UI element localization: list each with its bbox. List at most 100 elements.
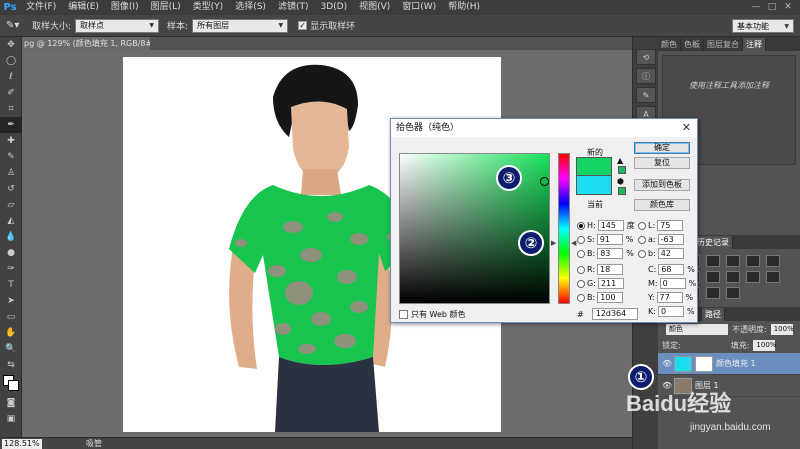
lab-a-radio[interactable]: [638, 235, 646, 244]
hex-input[interactable]: 12d364: [591, 308, 638, 320]
hand-tool-icon[interactable]: ✋: [0, 325, 22, 341]
zoom-level-field[interactable]: 128.51%: [2, 438, 42, 449]
saturation-brightness-field[interactable]: [399, 153, 550, 304]
tab-paths[interactable]: 路径: [702, 308, 725, 321]
saturation-radio[interactable]: [577, 235, 585, 244]
color-swatches[interactable]: [0, 373, 22, 395]
menu-window[interactable]: 窗口(W): [396, 0, 442, 15]
maximize-button[interactable]: □: [764, 0, 780, 15]
menu-edit[interactable]: 编辑(E): [62, 0, 105, 15]
hue-slider-right-arrow[interactable]: ◀: [571, 239, 576, 247]
yellow-input[interactable]: 77: [656, 292, 683, 303]
hue-slider[interactable]: [558, 153, 570, 304]
red-radio[interactable]: [577, 265, 585, 274]
show-sampling-ring-checkbox[interactable]: ✓: [298, 21, 308, 30]
web-colors-only-checkbox[interactable]: [399, 310, 408, 319]
blur-tool-icon[interactable]: 💧: [0, 229, 22, 245]
cyan-input[interactable]: 68: [658, 264, 685, 275]
menu-filter[interactable]: 滤镜(T): [272, 0, 315, 15]
gradient-map-icon[interactable]: [706, 287, 720, 299]
menu-select[interactable]: 选择(S): [229, 0, 272, 15]
screen-mode-icon[interactable]: ▣: [0, 411, 22, 427]
path-select-tool-icon[interactable]: ➤: [0, 293, 22, 309]
hue-radio[interactable]: [577, 221, 585, 230]
menu-3d[interactable]: 3D(D): [314, 0, 353, 15]
black-input[interactable]: 0: [657, 306, 684, 317]
lab-l-radio[interactable]: [638, 221, 646, 230]
hue-slider-left-arrow[interactable]: ▶: [551, 239, 556, 247]
exposure-icon[interactable]: [726, 255, 740, 267]
color-lookup-icon[interactable]: [746, 271, 760, 283]
zoom-tool-icon[interactable]: 🔍: [0, 341, 22, 357]
add-to-swatches-button[interactable]: 添加到色板: [634, 179, 690, 191]
color-libraries-button[interactable]: 颜色库: [634, 199, 690, 211]
fill-field[interactable]: 100%: [753, 339, 776, 351]
eyedropper-tool-icon[interactable]: ✒: [0, 117, 22, 133]
close-icon[interactable]: ✕: [682, 119, 691, 137]
red-input[interactable]: 18: [597, 264, 624, 275]
menu-view[interactable]: 视图(V): [353, 0, 396, 15]
crop-tool-icon[interactable]: ⌗: [0, 101, 22, 117]
opacity-field[interactable]: 100%: [770, 323, 794, 335]
invert-icon[interactable]: [766, 271, 780, 283]
tab-history[interactable]: 历史记录: [694, 236, 733, 249]
lab-a-input[interactable]: -63: [657, 234, 684, 245]
brush-tool-icon[interactable]: ✎: [0, 149, 22, 165]
menu-image[interactable]: 图像(I): [105, 0, 145, 15]
close-window-button[interactable]: ✕: [780, 0, 796, 15]
move-tool-icon[interactable]: ✥: [0, 37, 22, 53]
reset-button[interactable]: 复位: [634, 157, 690, 169]
menu-layer[interactable]: 图层(L): [145, 0, 187, 15]
tab-swatches[interactable]: 色板: [681, 38, 704, 51]
tab-layer-comps[interactable]: 图层复合: [704, 38, 743, 51]
workspace-select[interactable]: 基本功能 ▼: [732, 19, 794, 33]
photo-filter-icon[interactable]: [706, 271, 720, 283]
web-safe-swatch[interactable]: [618, 187, 626, 195]
eraser-tool-icon[interactable]: ▱: [0, 197, 22, 213]
curves-icon[interactable]: [706, 255, 720, 267]
sample-size-select[interactable]: 取样点 ▼: [75, 18, 160, 33]
channel-mixer-icon[interactable]: [726, 271, 740, 283]
layer-row-color-fill[interactable]: 👁 颜色填充 1: [658, 353, 800, 375]
info-panel-icon[interactable]: ⓘ: [636, 68, 656, 84]
color-cursor[interactable]: [540, 177, 549, 186]
paint-bucket-tool-icon[interactable]: ◭: [0, 213, 22, 229]
dodge-tool-icon[interactable]: ●: [0, 245, 22, 261]
brightness-input[interactable]: 83: [597, 248, 624, 259]
gamut-warning-swatch[interactable]: [618, 166, 626, 174]
web-safe-warning-icon[interactable]: ⬢: [617, 177, 624, 186]
marquee-tool-icon[interactable]: ◯: [0, 53, 22, 69]
pen-tool-icon[interactable]: ✑: [0, 261, 22, 277]
history-panel-icon[interactable]: ⟲: [636, 49, 656, 65]
history-brush-tool-icon[interactable]: ↺: [0, 181, 22, 197]
document-tab[interactable]: pg @ 129% (颜色填充 1, RGB/8#) * ×: [22, 37, 150, 50]
menu-help[interactable]: 帮助(H): [442, 0, 486, 15]
blend-mode-select[interactable]: 颜色: [666, 323, 728, 335]
ok-button[interactable]: 确定: [634, 142, 690, 154]
clone-stamp-tool-icon[interactable]: ♙: [0, 165, 22, 181]
hue-input[interactable]: 145: [597, 220, 624, 231]
lasso-tool-icon[interactable]: ℓ: [0, 69, 22, 85]
saturation-input[interactable]: 91: [596, 234, 623, 245]
vibrance-icon[interactable]: [746, 255, 760, 267]
eyedropper-preset-icon[interactable]: ✎▾: [6, 20, 28, 31]
green-input[interactable]: 211: [597, 278, 624, 289]
rectangle-tool-icon[interactable]: ▭: [0, 309, 22, 325]
blue-radio[interactable]: [577, 293, 585, 302]
lab-l-input[interactable]: 75: [657, 220, 684, 231]
mask-thumbnail[interactable]: [695, 355, 713, 372]
swap-colors-icon[interactable]: ⇆: [0, 357, 22, 373]
hsl-icon[interactable]: [766, 255, 780, 267]
quick-mask-icon[interactable]: ◙: [0, 395, 22, 411]
blue-input[interactable]: 100: [597, 292, 624, 303]
green-radio[interactable]: [577, 279, 585, 288]
current-color-swatch[interactable]: [576, 176, 612, 195]
eye-icon[interactable]: 👁: [662, 359, 674, 368]
lab-b-radio[interactable]: [638, 249, 646, 258]
menu-type[interactable]: 类型(Y): [187, 0, 230, 15]
menu-file[interactable]: 文件(F): [20, 0, 62, 15]
tab-color[interactable]: 颜色: [658, 38, 681, 51]
quick-select-tool-icon[interactable]: ✐: [0, 85, 22, 101]
selective-color-icon[interactable]: [726, 287, 740, 299]
lab-b-input[interactable]: 42: [657, 248, 684, 259]
